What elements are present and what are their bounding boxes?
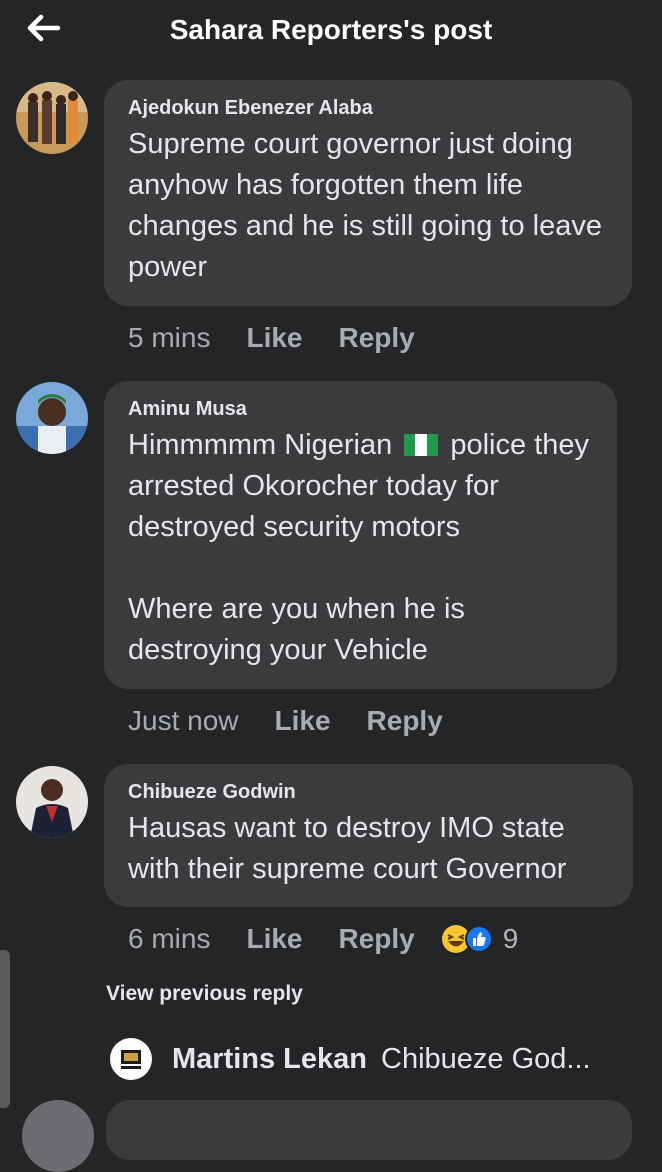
nigeria-flag-icon: [404, 427, 439, 456]
reply-author: Martins Lekan: [172, 1042, 367, 1075]
comment-bubble[interactable]: Aminu Musa Himmmmm Nigerian police they …: [104, 381, 617, 689]
comment-text: Himmmmm Nigerian police they arrested Ok…: [128, 425, 593, 671]
reply-preview[interactable]: Martins Lekan Chibueze God...: [110, 1036, 591, 1082]
reply-button[interactable]: Reply: [339, 923, 415, 955]
reply-snippet: Chibueze God...: [381, 1042, 591, 1075]
comment-time[interactable]: 5 mins: [128, 322, 210, 354]
comment-actions: 6 mins Like Reply 9: [128, 919, 518, 959]
comment-actions: Just now Like Reply: [128, 701, 479, 741]
top-bar: Sahara Reporters's post: [0, 0, 662, 64]
reply-button[interactable]: Reply: [367, 705, 443, 737]
avatar[interactable]: [16, 82, 88, 154]
reactions-summary[interactable]: 9: [441, 923, 519, 955]
comment-text-part: Where are you when he is destroying your…: [128, 593, 473, 666]
scroll-edge: [0, 950, 10, 1108]
comment-text: Supreme court governor just doing anyhow…: [128, 128, 611, 283]
like-reaction-icon: [464, 925, 493, 953]
avatar[interactable]: [16, 766, 88, 838]
like-button[interactable]: Like: [275, 705, 331, 737]
view-previous-reply-link[interactable]: View previous reply: [106, 982, 303, 1006]
comment-author[interactable]: Aminu Musa: [128, 397, 593, 421]
comment-bubble[interactable]: [106, 1100, 632, 1160]
like-button[interactable]: Like: [246, 322, 302, 354]
comment-bubble[interactable]: Chibueze Godwin Hausas want to destroy I…: [104, 764, 633, 907]
comment-actions: 5 mins Like Reply: [128, 318, 451, 358]
avatar[interactable]: [22, 1100, 94, 1172]
avatar: [110, 1038, 152, 1080]
like-button[interactable]: Like: [246, 923, 302, 955]
comment-bubble[interactable]: Ajedokun Ebenezer Alaba Supreme court go…: [104, 80, 632, 306]
comment-author[interactable]: Chibueze Godwin: [128, 780, 609, 804]
comment-author[interactable]: Ajedokun Ebenezer Alaba: [128, 96, 608, 120]
reply-button[interactable]: Reply: [339, 322, 415, 354]
comment-time[interactable]: Just now: [128, 705, 239, 737]
comment-time[interactable]: 6 mins: [128, 923, 210, 955]
comment-text-part: Himmmmm Nigerian: [128, 429, 393, 461]
page-title: Sahara Reporters's post: [169, 14, 493, 45]
avatar[interactable]: [16, 382, 88, 454]
reaction-count: 9: [502, 923, 519, 954]
comment-text: Hausas want to destroy IMO state with th…: [128, 812, 573, 885]
